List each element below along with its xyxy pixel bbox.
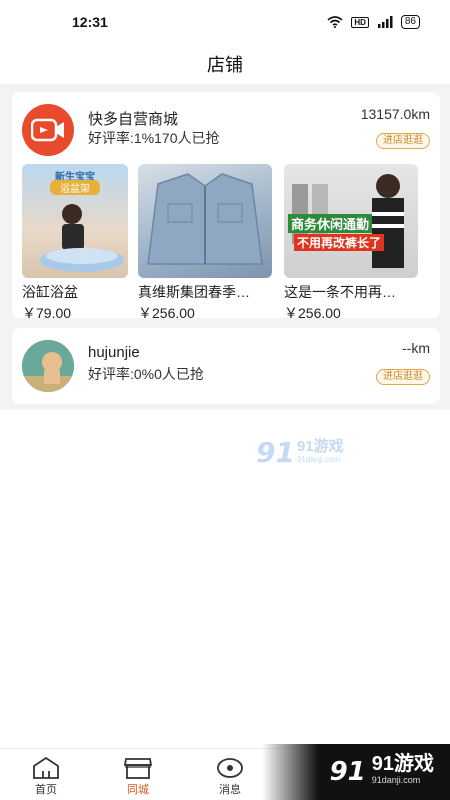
- avatar-photo-icon: [22, 340, 74, 392]
- page-title: 店铺: [207, 55, 243, 75]
- tab-local[interactable]: 同城: [92, 749, 184, 800]
- product-name: 这是一条不用再…: [284, 284, 396, 300]
- signal-icon: [377, 16, 393, 28]
- tab-label: 消息: [219, 784, 241, 796]
- denim-jacket-illustration: [147, 173, 263, 265]
- visit-shop-button[interactable]: 进店逛逛: [376, 369, 430, 385]
- tab-label: 同城: [127, 784, 149, 796]
- visit-shop-button[interactable]: 进店逛逛: [376, 133, 430, 149]
- watermark-brand: 91游戏: [296, 437, 344, 455]
- hd-badge: HD: [351, 16, 369, 28]
- product-overlay-text: 不用再改裤长了: [294, 234, 385, 251]
- shop-rating: 好评率:1%170人已抢: [88, 130, 220, 146]
- watermark: 91 91游戏 91danji.com: [256, 436, 344, 469]
- status-time: 12:31: [72, 14, 108, 30]
- watermark-brand: 91游戏: [371, 753, 434, 775]
- product-item[interactable]: 商务休闲通勤 不用再改裤长了 这是一条不用再… ￥256.00: [284, 164, 418, 323]
- video-logo-icon: [31, 118, 64, 142]
- watermark-logo-icon: 91: [329, 757, 366, 787]
- shop-list: 快多自营商城 好评率:1%170人已抢 13157.0km 进店逛逛 新生宝宝 …: [0, 84, 450, 410]
- product-overlay-tag: 浴盆架: [50, 180, 100, 195]
- shop-avatar: [22, 104, 74, 156]
- product-item[interactable]: 新生宝宝 浴盆架 浴缸浴盆 ￥79.00: [22, 164, 128, 323]
- status-bar: 12:31 HD 86: [0, 0, 450, 44]
- product-image: 商务休闲通勤 不用再改裤长了: [284, 164, 418, 278]
- product-item[interactable]: 真维斯集团春季… ￥256.00: [138, 164, 272, 323]
- product-price: ￥256.00: [284, 305, 341, 321]
- wifi-icon: [327, 16, 343, 28]
- shop-distance: 13157.0km: [360, 106, 430, 122]
- baby-bath-illustration: [40, 204, 124, 272]
- shop-card[interactable]: 快多自营商城 好评率:1%170人已抢 13157.0km 进店逛逛 新生宝宝 …: [12, 92, 440, 321]
- tab-home[interactable]: 首页: [0, 749, 92, 800]
- home-icon: [33, 757, 59, 779]
- store-icon: [123, 758, 153, 779]
- product-overlay-text: 商务休闲通勤: [288, 214, 373, 233]
- status-icons: HD 86: [327, 15, 420, 29]
- product-name: 真维斯集团春季…: [138, 284, 250, 300]
- eye-icon: [217, 758, 243, 778]
- shop-name: 快多自营商城: [88, 111, 179, 128]
- product-image: [138, 164, 272, 278]
- product-name: 浴缸浴盆: [22, 284, 78, 300]
- watermark-domain: 91danji.com: [371, 775, 421, 785]
- watermark-logo-icon: 91: [256, 436, 295, 469]
- shop-avatar: [22, 340, 74, 392]
- battery-indicator: 86: [400, 15, 420, 29]
- watermark-domain: 91danji.com: [296, 454, 341, 464]
- shop-card[interactable]: hujunjie 好评率:0%0人已抢 --km 进店逛逛: [12, 328, 440, 404]
- watermark-badge: 91 91游戏 91danji.com: [262, 744, 450, 800]
- shop-name: hujunjie: [88, 344, 140, 361]
- product-price: ￥79.00: [22, 305, 72, 321]
- product-image: 新生宝宝 浴盆架: [22, 164, 128, 278]
- product-price: ￥256.00: [138, 305, 195, 321]
- shop-distance: --km: [402, 340, 430, 356]
- tab-label: 首页: [35, 784, 57, 796]
- shop-rating: 好评率:0%0人已抢: [88, 366, 204, 382]
